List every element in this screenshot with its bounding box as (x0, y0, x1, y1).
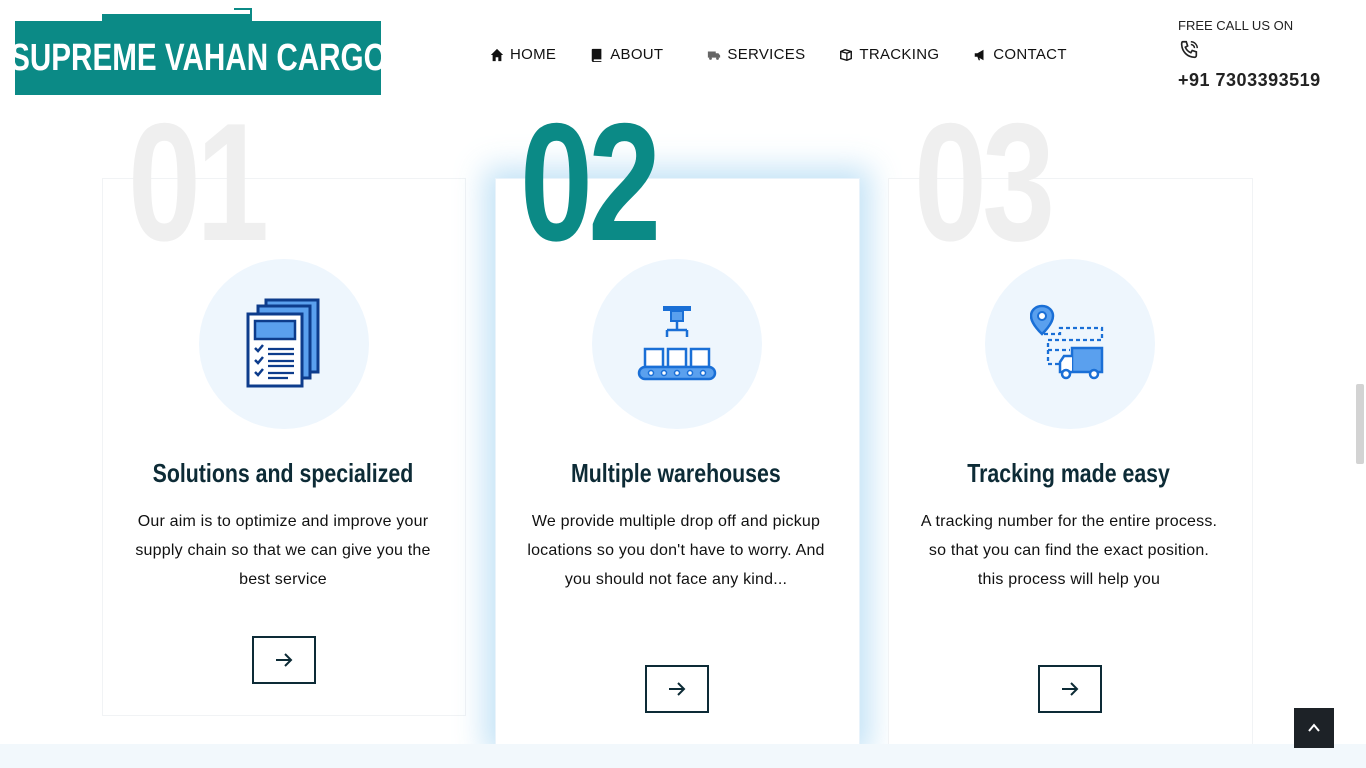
documents-icon (246, 298, 320, 388)
megaphone-icon (975, 49, 984, 60)
card-title: Solutions and specialized (103, 458, 463, 489)
nav-tracking[interactable]: TRACKING (839, 46, 939, 63)
call-label: FREE CALL US ON (1178, 18, 1294, 33)
call-block: FREE CALL US ON +91 7303393519 (1178, 18, 1321, 91)
nav-about-label: ABOUT (610, 46, 664, 63)
nav-contact[interactable]: CONTACT (973, 46, 1066, 63)
call-number[interactable]: +91 7303393519 (1178, 70, 1321, 91)
main-nav: HOME ABOUT SERVICES TRACKING CONTACT (490, 46, 1101, 63)
logo-corner-decoration (234, 8, 252, 22)
arrow-right-icon (669, 682, 686, 696)
nav-home-label: HOME (510, 46, 557, 63)
card-title-text: Multiple warehouses (571, 458, 781, 488)
conveyor-icon (637, 306, 717, 381)
card-description: A tracking number for the entire process… (920, 513, 1218, 588)
tracking-route-icon (1030, 304, 1104, 380)
nav-services-label: SERVICES (727, 46, 806, 63)
site-logo-text: SUPREME VAHAN CARGO (9, 36, 387, 79)
nav-services[interactable]: SERVICES (707, 46, 805, 63)
card-title-text: Tracking made easy (967, 458, 1171, 488)
nav-contact-label: CONTACT (993, 46, 1067, 63)
card-number: 03 (914, 88, 1055, 276)
card-description: We provide multiple drop off and pickup … (527, 513, 825, 588)
card-title-text: Solutions and specialized (152, 458, 414, 488)
site-logo[interactable]: SUPREME VAHAN CARGO (10, 21, 386, 95)
book-icon (591, 48, 602, 62)
scroll-to-top-button[interactable] (1294, 708, 1334, 748)
card-title: Multiple warehouses (496, 458, 856, 489)
box-icon (840, 48, 853, 61)
card-icon-circle (199, 259, 369, 429)
nav-tracking-label: TRACKING (859, 46, 940, 63)
card-icon-circle (985, 259, 1155, 429)
card-arrow-button[interactable] (1038, 665, 1102, 713)
truck-icon (708, 51, 721, 60)
card-number: 02 (520, 88, 661, 276)
chevron-up-icon (1308, 723, 1320, 732)
card-title: Tracking made easy (889, 458, 1249, 489)
home-icon (490, 48, 504, 61)
nav-about[interactable]: ABOUT (590, 46, 663, 63)
arrow-right-icon (1062, 682, 1079, 696)
card-number: 01 (128, 88, 269, 276)
card-arrow-button[interactable] (252, 636, 316, 684)
arrow-right-icon (276, 653, 293, 667)
phone-icon (1180, 40, 1198, 59)
card-icon-circle (592, 259, 762, 429)
card-description: Our aim is to optimize and improve your … (135, 513, 431, 588)
card-arrow-button[interactable] (645, 665, 709, 713)
next-section-band (0, 744, 1366, 768)
page-scrollbar-thumb[interactable] (1356, 384, 1364, 464)
nav-home[interactable]: HOME (490, 46, 556, 63)
